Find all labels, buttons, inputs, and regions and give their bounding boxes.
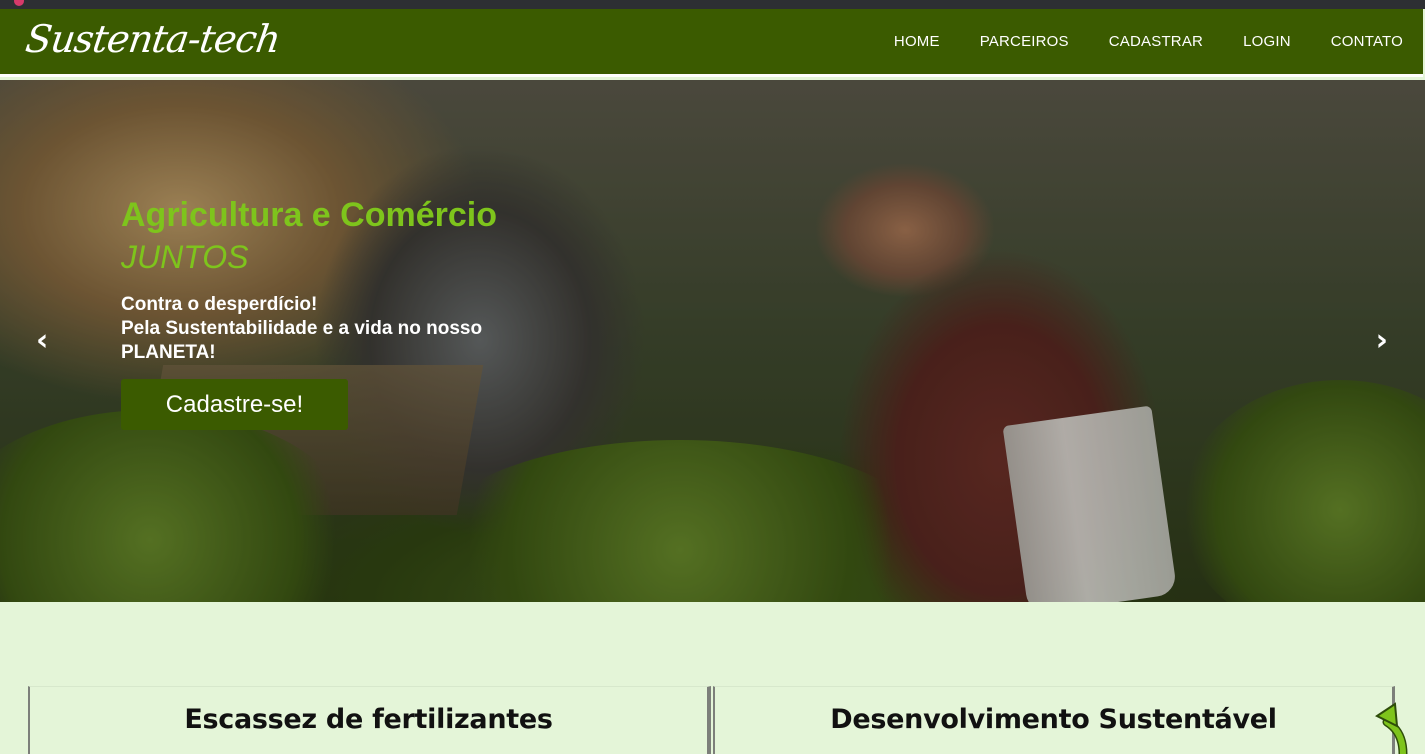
carousel-next-icon[interactable]: ›	[1376, 323, 1388, 358]
hero-line-2: Pela Sustentabilidade e a vida no nosso	[121, 318, 483, 339]
hero-line-1: Contra o desperdício!	[121, 294, 318, 315]
hero-description: Contra o desperdício! Pela Sustentabilid…	[121, 293, 497, 365]
back-to-top-arrow-icon[interactable]	[1373, 700, 1417, 754]
card-title: Desenvolvimento Sustentável	[830, 704, 1277, 735]
hero-caption: Agricultura e Comércio JUNTOS Contra o d…	[121, 195, 497, 430]
site-logo[interactable]: Sustenta-tech	[23, 17, 283, 61]
hero-carousel: Agricultura e Comércio JUNTOS Contra o d…	[0, 80, 1425, 602]
hero-photo-plants-left	[0, 410, 360, 602]
browser-top-strip	[0, 0, 1425, 9]
tab-indicator-dot	[14, 0, 24, 6]
hero-photo-plants-center	[420, 440, 940, 602]
nav-parceiros[interactable]: PARCEIROS	[980, 33, 1069, 50]
hero-line-3: PLANETA!	[121, 342, 216, 363]
nav-contato[interactable]: CONTATO	[1331, 33, 1403, 50]
hero-photo-bucket	[1002, 405, 1178, 602]
nav-cadastrar[interactable]: CADASTRAR	[1109, 33, 1203, 50]
card-escassez: Escassez de fertilizantes	[28, 686, 711, 754]
hero-subtitle: JUNTOS	[121, 239, 249, 275]
card-title: Escassez de fertilizantes	[184, 704, 553, 735]
hero-photo-plants-right	[1180, 380, 1425, 602]
hero-title: Agricultura e Comércio	[121, 196, 497, 234]
carousel-prev-icon[interactable]: ‹	[36, 323, 48, 358]
navbar: Sustenta-tech HOME PARCEIROS CADASTRAR L…	[0, 9, 1423, 77]
nav-home[interactable]: HOME	[894, 33, 940, 50]
cadastre-se-button[interactable]: Cadastre-se!	[121, 379, 348, 430]
main-nav: HOME PARCEIROS CADASTRAR LOGIN CONTATO	[894, 33, 1403, 50]
nav-login[interactable]: LOGIN	[1243, 33, 1291, 50]
card-desenvolvimento: Desenvolvimento Sustentável	[713, 686, 1395, 754]
